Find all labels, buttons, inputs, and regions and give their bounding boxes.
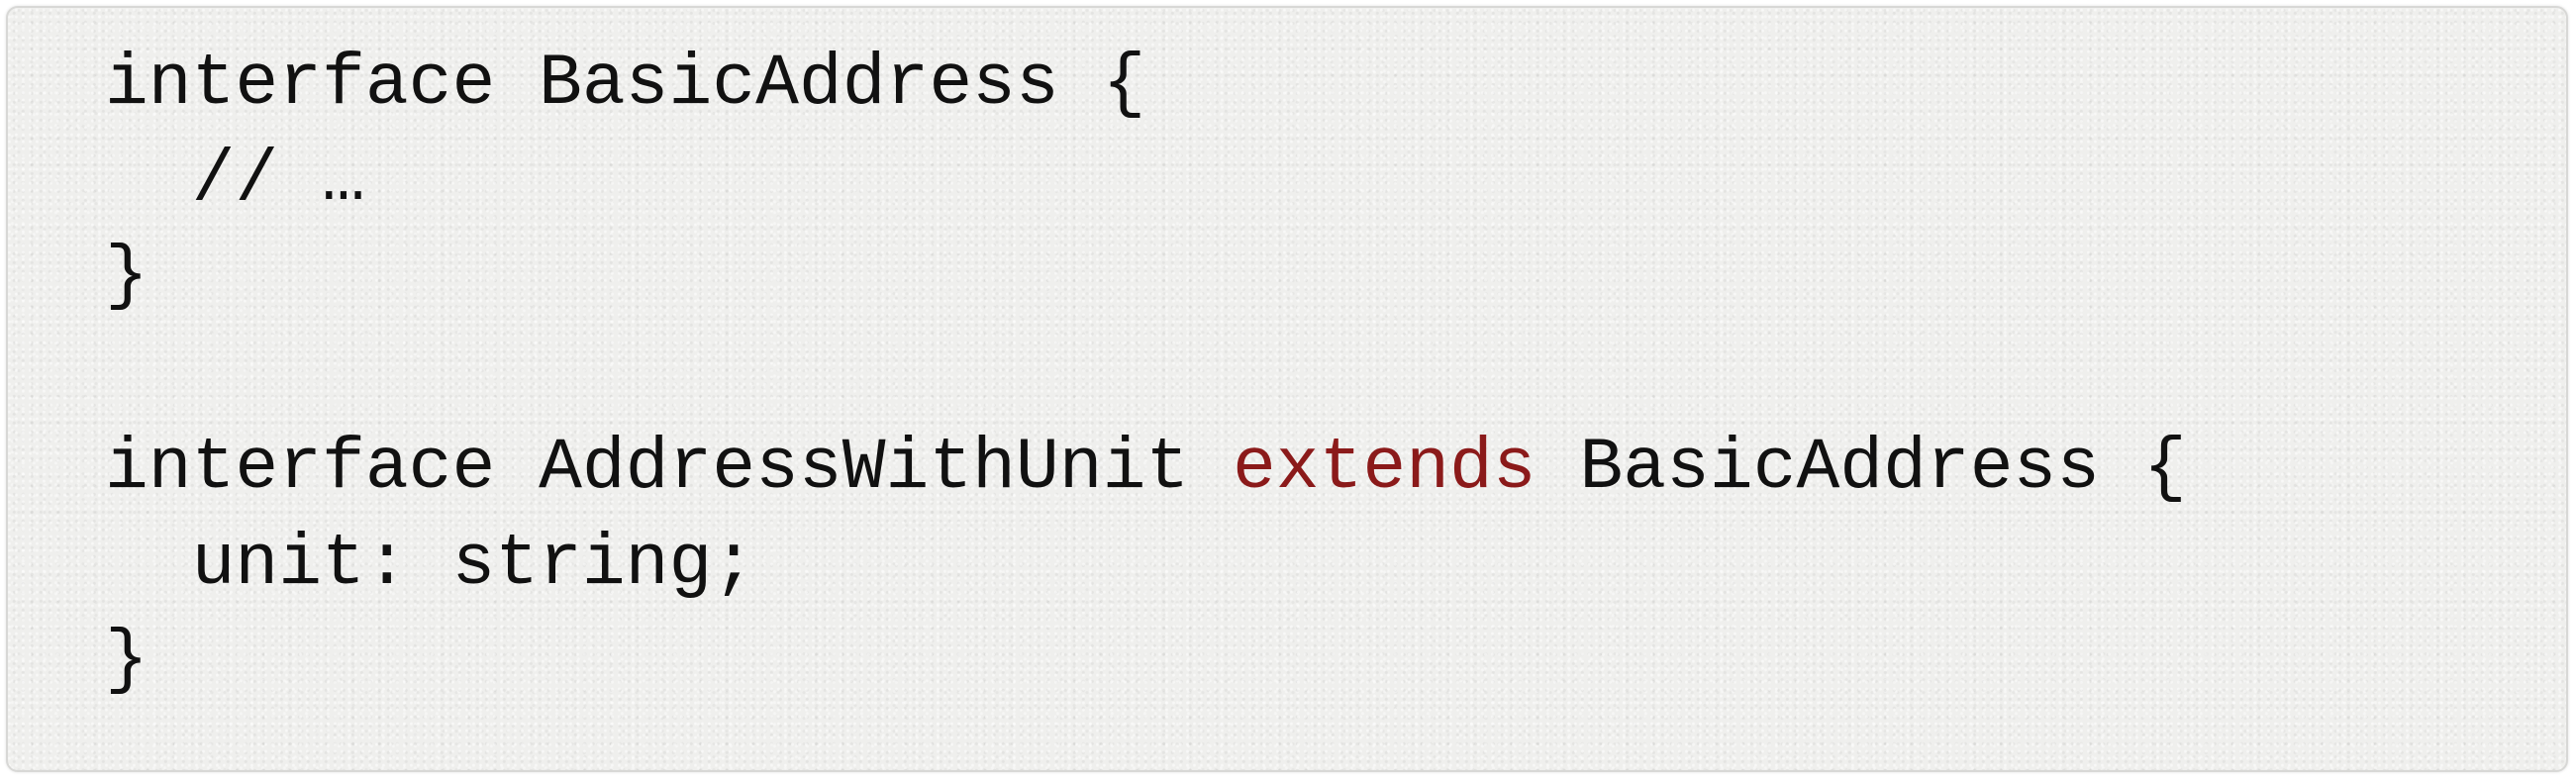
code-line-5-prefix: interface AddressWithUnit — [105, 427, 1233, 509]
code-line-5: interface AddressWithUnit extends BasicA… — [105, 420, 2187, 516]
code-line-1: interface BasicAddress { — [105, 43, 1146, 125]
code-line-6: unit: string; — [105, 523, 756, 605]
code-line-5-suffix: BasicAddress { — [1536, 427, 2187, 509]
code-text: interface BasicAddress { // …} interface … — [105, 36, 2187, 708]
code-line-3: } — [105, 235, 149, 317]
extends-keyword: extends — [1233, 427, 1536, 509]
code-line-2: // … — [105, 139, 365, 221]
code-block: interface BasicAddress { // …} interface … — [6, 6, 2568, 772]
code-line-7: } — [105, 619, 149, 701]
